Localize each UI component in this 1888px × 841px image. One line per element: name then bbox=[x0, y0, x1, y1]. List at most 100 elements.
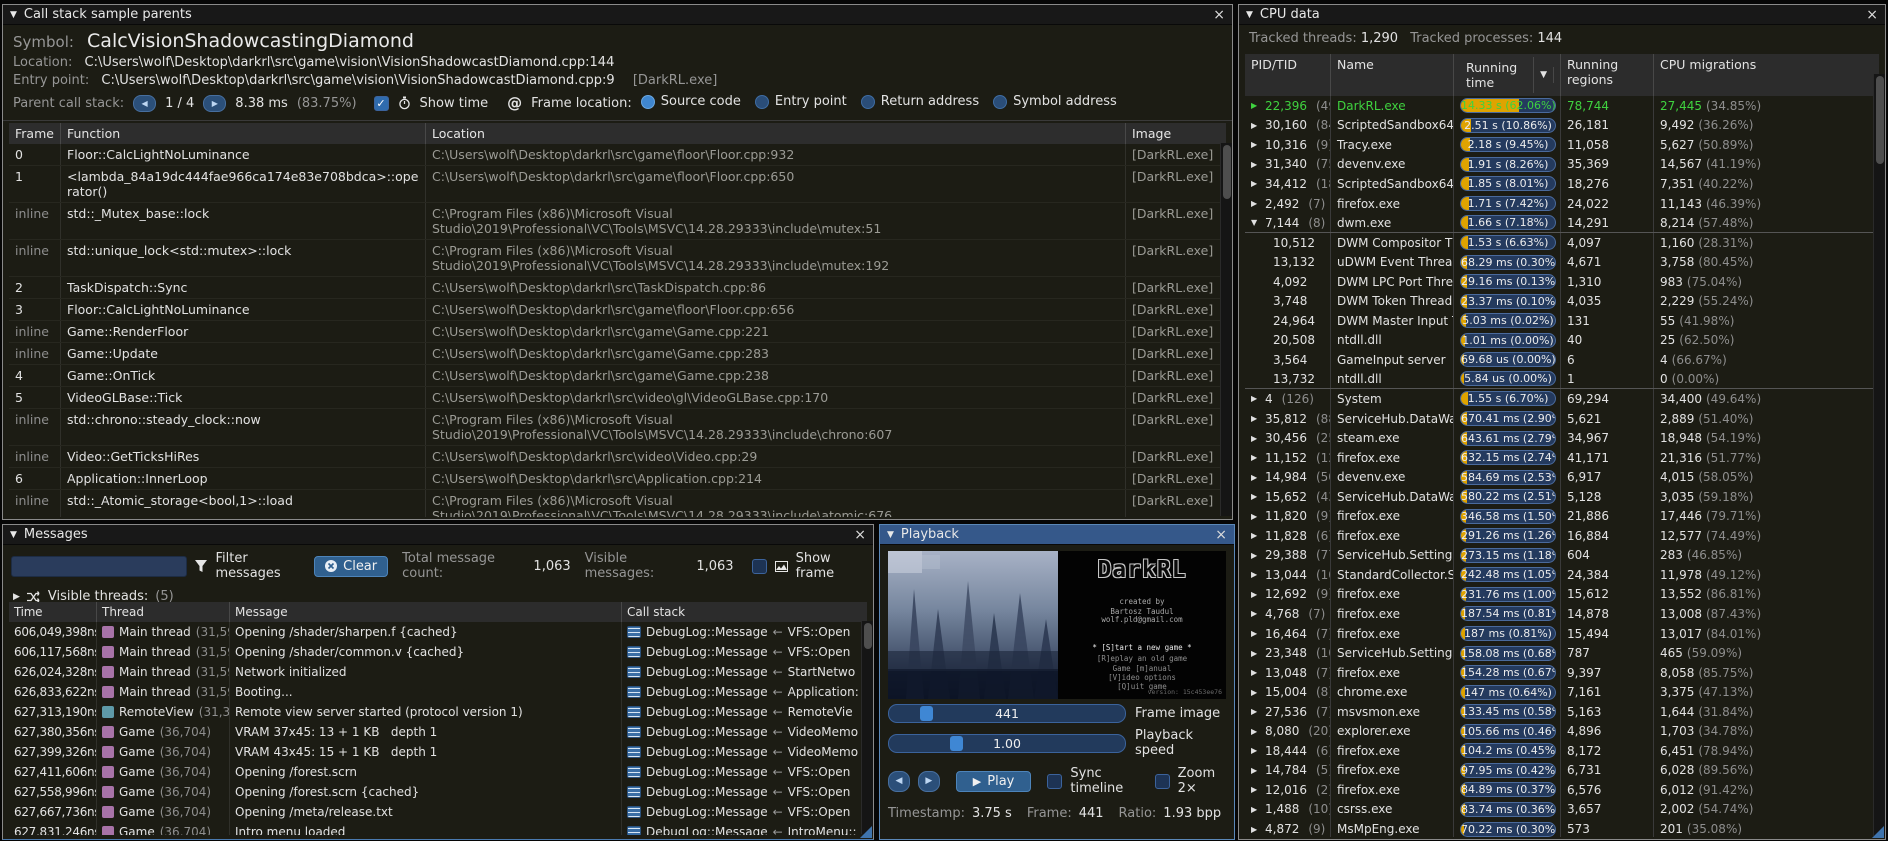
message-row[interactable]: 627,667,736ns Game(36,704) Opening /meta… bbox=[9, 802, 867, 822]
process-row[interactable]: 13,132 uDWM Event Thread 68.29 ms (0.30%… bbox=[1245, 252, 1879, 272]
close-icon[interactable]: × bbox=[1866, 8, 1878, 22]
column-header-function[interactable]: Function bbox=[61, 123, 426, 144]
frame-row[interactable]: 4 Game::OnTick C:\Users\wolf\Desktop\dar… bbox=[9, 365, 1226, 387]
next-callstack-button[interactable]: ▶ bbox=[203, 95, 226, 112]
frame-location-radio[interactable]: Return address bbox=[861, 94, 979, 109]
callstack-list-icon[interactable] bbox=[627, 706, 641, 718]
expand-arrow-icon[interactable]: ▶ bbox=[1251, 688, 1260, 697]
process-row[interactable]: ▶11,152(12) firefox.exe 632.15 ms (2.74%… bbox=[1245, 448, 1879, 468]
prev-frame-button[interactable]: ◀ bbox=[888, 771, 910, 792]
expand-arrow-icon[interactable]: ▶ bbox=[1251, 394, 1260, 403]
callstack-list-icon[interactable] bbox=[627, 646, 641, 658]
messages-scrollbar[interactable] bbox=[861, 621, 873, 834]
process-row[interactable]: ▶18,444(6) firefox.exe 104.2 ms (0.45%) … bbox=[1245, 741, 1879, 761]
show-time-checkbox[interactable]: ✓ bbox=[374, 96, 389, 111]
expand-arrow-icon[interactable]: ▶ bbox=[1251, 727, 1260, 736]
process-row[interactable]: ▶10,316(9) Tracy.exe 2.18 s (9.45%) 11,0… bbox=[1245, 135, 1879, 155]
zoom-2x-checkbox[interactable] bbox=[1155, 774, 1170, 789]
process-row[interactable]: ▶22,396(49) DarkRL.exe 14.33 s (62.06%) … bbox=[1245, 96, 1879, 116]
process-row[interactable]: ▶11,820(9) firefox.exe 346.58 ms (1.50%)… bbox=[1245, 506, 1879, 526]
column-header-image[interactable]: Image bbox=[1126, 123, 1226, 144]
message-row[interactable]: 627,411,606ns Game(36,704) Opening /fore… bbox=[9, 762, 867, 782]
frame-row[interactable]: 3 Floor::CalcLightNoLuminance C:\Users\w… bbox=[9, 299, 1226, 321]
message-callstack[interactable]: DebugLog::Message←VFS::Open bbox=[622, 802, 867, 822]
expand-arrow-icon[interactable]: ▶ bbox=[1251, 512, 1260, 521]
playback-speed-slider[interactable]: 1.00 bbox=[888, 734, 1126, 753]
play-button[interactable]: ▶ Play bbox=[956, 771, 1032, 792]
message-row[interactable]: 626,024,328ns Main thread(31,596) Networ… bbox=[9, 662, 867, 682]
column-header-time[interactable]: Time bbox=[9, 602, 97, 622]
frame-row[interactable]: inline std::chrono::steady_clock::now C:… bbox=[9, 409, 1226, 446]
process-row[interactable]: ▶31,340(75) devenv.exe 1.91 s (8.26%) 35… bbox=[1245, 155, 1879, 175]
clear-button[interactable]: Clear bbox=[314, 556, 388, 577]
frame-row[interactable]: inline Game::Update C:\Users\wolf\Deskto… bbox=[9, 343, 1226, 365]
expand-arrow-icon[interactable]: ▶ bbox=[1251, 570, 1260, 579]
expand-arrow-icon[interactable]: ▶ bbox=[1251, 629, 1260, 638]
process-row[interactable]: ▼7,144(8) dwm.exe 1.66 s (7.18%) 14,291 … bbox=[1245, 213, 1879, 233]
process-row[interactable]: 20,508 ntdll.dll 1.01 ms (0.00%) 40 25(6… bbox=[1245, 331, 1879, 351]
frame-location-radio[interactable]: Source code bbox=[641, 94, 741, 109]
process-row[interactable]: ▶13,048(7) firefox.exe 154.28 ms (0.67%)… bbox=[1245, 663, 1879, 683]
message-row[interactable]: 627,313,190ns RemoteView(31,392) Remote … bbox=[9, 702, 867, 722]
process-row[interactable]: ▶13,044(10) StandardCollector.Servic 242… bbox=[1245, 565, 1879, 585]
filter-input[interactable] bbox=[11, 556, 187, 577]
expand-arrow-icon[interactable]: ▶ bbox=[1251, 805, 1260, 814]
message-row[interactable]: 606,117,568ns Main thread(31,596) Openin… bbox=[9, 642, 867, 662]
column-header-running-regions[interactable]: Running regions bbox=[1561, 54, 1654, 96]
collapse-icon[interactable]: ▼ bbox=[10, 10, 17, 20]
process-row[interactable]: ▶27,536(7) msvsmon.exe 133.45 ms (0.58%)… bbox=[1245, 702, 1879, 722]
message-callstack[interactable]: DebugLog::Message←VideoMemo bbox=[622, 722, 867, 742]
frame-location-radio[interactable]: Symbol address bbox=[993, 94, 1117, 109]
message-row[interactable]: 626,833,622ns Main thread(31,596) Bootin… bbox=[9, 682, 867, 702]
expand-arrow-icon[interactable]: ▶ bbox=[1251, 101, 1260, 110]
column-header-frame[interactable]: Frame bbox=[9, 123, 61, 144]
message-callstack[interactable]: DebugLog::Message←VFS::Open bbox=[622, 622, 867, 642]
column-header-name[interactable]: Name bbox=[1331, 54, 1454, 96]
process-row[interactable]: ▶12,016(2) firefox.exe 84.89 ms (0.37%) … bbox=[1245, 780, 1879, 800]
frame-row[interactable]: inline Video::GetTicksHiRes C:\Users\wol… bbox=[9, 446, 1226, 468]
frame-row[interactable]: 2 TaskDispatch::Sync C:\Users\wolf\Deskt… bbox=[9, 277, 1226, 299]
message-callstack[interactable]: DebugLog::Message←VFS::Open bbox=[622, 762, 867, 782]
frame-row[interactable]: inline std::_Atomic_storage<bool,1>::loa… bbox=[9, 490, 1226, 517]
process-row[interactable]: ▶2,492(7) firefox.exe 1.71 s (7.42%) 24,… bbox=[1245, 194, 1879, 214]
frame-image-slider[interactable]: 441 bbox=[888, 704, 1126, 723]
process-row[interactable]: ▶14,784(5) firefox.exe 97.95 ms (0.42%) … bbox=[1245, 761, 1879, 781]
process-row[interactable]: 4,092 DWM LPC Port Thread 29.16 ms (0.13… bbox=[1245, 272, 1879, 292]
column-header-cpu-migrations[interactable]: CPU migrations bbox=[1654, 54, 1879, 96]
frame-location-radio[interactable]: Entry point bbox=[755, 94, 847, 109]
process-row[interactable]: ▶16,464(7) firefox.exe 187 ms (0.81%) 15… bbox=[1245, 624, 1879, 644]
frame-row[interactable]: inline std::unique_lock<std::mutex>::loc… bbox=[9, 240, 1226, 277]
expand-arrow-icon[interactable]: ▶ bbox=[1251, 140, 1260, 149]
threads-expander-icon[interactable]: ▶ bbox=[13, 592, 20, 602]
callstack-list-icon[interactable] bbox=[627, 726, 641, 738]
callstack-list-icon[interactable] bbox=[627, 766, 641, 778]
process-row[interactable]: ▶4(126) System 1.55 s (6.70%) 69,294 34,… bbox=[1245, 389, 1879, 409]
process-row[interactable]: ▶12,692(9) firefox.exe 231.76 ms (1.00%)… bbox=[1245, 585, 1879, 605]
expand-arrow-icon[interactable]: ▶ bbox=[1251, 766, 1260, 775]
expand-arrow-icon[interactable]: ▶ bbox=[1251, 531, 1260, 540]
expand-arrow-icon[interactable]: ▶ bbox=[1251, 453, 1260, 462]
callstack-list-icon[interactable] bbox=[627, 746, 641, 758]
process-row[interactable]: ▶8,080(20) explorer.exe 105.66 ms (0.46%… bbox=[1245, 722, 1879, 742]
sync-timeline-checkbox[interactable] bbox=[1047, 774, 1062, 789]
scrollbar-thumb[interactable] bbox=[1876, 76, 1884, 164]
expand-arrow-icon[interactable]: ▶ bbox=[1251, 121, 1260, 130]
expand-arrow-icon[interactable]: ▶ bbox=[1251, 590, 1260, 599]
prev-callstack-button[interactable]: ◀ bbox=[133, 95, 156, 112]
process-row[interactable]: ▶15,004(8) chrome.exe 147 ms (0.64%) 7,1… bbox=[1245, 682, 1879, 702]
message-callstack[interactable]: DebugLog::Message←VideoMemo bbox=[622, 742, 867, 762]
expand-arrow-icon[interactable]: ▶ bbox=[1251, 414, 1260, 423]
message-callstack[interactable]: DebugLog::Message←Application: bbox=[622, 682, 867, 702]
process-row[interactable]: 24,964 DWM Master Input Threa 5.03 ms (0… bbox=[1245, 311, 1879, 331]
frame-row[interactable]: inline Game::RenderFloor C:\Users\wolf\D… bbox=[9, 321, 1226, 343]
callstack-scrollbar[interactable] bbox=[1220, 143, 1232, 516]
process-row[interactable]: 10,512 DWM Compositor Thread 1.53 s (6.6… bbox=[1245, 233, 1879, 253]
close-icon[interactable]: × bbox=[854, 528, 866, 542]
expand-arrow-icon[interactable]: ▶ bbox=[1251, 609, 1260, 618]
process-row[interactable]: 13,732 ntdll.dll 5.84 us (0.00%) 1 0(0.0… bbox=[1245, 370, 1879, 390]
process-row[interactable]: ▶1,488(10) csrss.exe 83.74 ms (0.36%) 3,… bbox=[1245, 800, 1879, 820]
process-row[interactable]: ▶30,160(84) ScriptedSandbox64.exe 2.51 s… bbox=[1245, 116, 1879, 136]
scrollbar-thumb[interactable] bbox=[1223, 145, 1231, 199]
collapse-icon[interactable]: ▼ bbox=[10, 530, 17, 540]
process-row[interactable]: ▶11,828(6) firefox.exe 291.26 ms (1.26%)… bbox=[1245, 526, 1879, 546]
